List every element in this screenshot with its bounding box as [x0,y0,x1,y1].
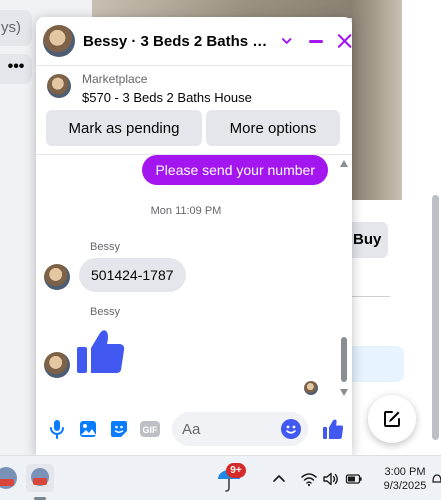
message-input-wrapper [172,412,308,446]
microphone-icon [50,420,64,439]
thumbs-up-icon[interactable] [76,327,126,377]
gif-label: GIF [143,425,159,435]
chat-window: Bessy · 3 Beds 2 Baths Hou... Marketplac… [36,17,352,455]
scroll-down-arrow[interactable] [340,389,348,396]
new-message-button[interactable] [368,395,416,443]
gif-icon: GIF [140,421,160,437]
chat-scrollbar[interactable] [338,157,350,399]
minimize-button[interactable] [309,39,323,43]
listing-photo[interactable] [352,0,402,200]
emoji-button[interactable] [281,419,301,439]
battery-icon[interactable] [345,470,363,488]
smiley-icon [286,425,296,434]
received-message[interactable]: 501424-1787 [79,258,186,292]
gif-button[interactable]: GIF [139,418,161,440]
sender-avatar[interactable] [44,264,70,290]
notification-badge: 9+ [226,463,246,478]
sticker-button[interactable] [108,418,130,440]
photo-icon [80,421,96,437]
taskbar-app-icon [31,468,49,486]
message-timestamp: Mon 11:09 PM [150,205,222,217]
system-clock[interactable]: 3:00 PM 9/3/2025 [378,465,432,493]
taskbar-app-icon[interactable] [0,464,20,492]
contact-avatar[interactable] [43,25,75,57]
sender-name: Bessy [90,241,120,253]
taskbar: 3:00 PM 9/3/2025 [0,455,441,500]
chevron-up-icon[interactable] [270,470,288,488]
listing-label: Marketplace [82,72,148,86]
buy-button[interactable]: Buy [352,222,388,258]
message-composer: GIF [36,407,352,451]
taskbar-active-app[interactable] [26,464,54,492]
clock-date: 9/3/2025 [383,480,427,492]
seen-indicator-avatar [304,381,318,395]
chat-header[interactable]: Bessy · 3 Beds 2 Baths Hou... [36,17,352,65]
sent-message[interactable]: Please send your number [142,155,328,185]
listing-thumbnail[interactable] [47,74,71,98]
background-more-button[interactable]: ••• [0,54,32,84]
message-input[interactable] [182,420,282,438]
listing-photo-top [92,0,352,18]
scroll-up-arrow[interactable] [340,160,348,167]
more-options-button[interactable]: More options [206,110,340,146]
sender-avatar[interactable] [44,352,70,378]
chat-title[interactable]: Bessy · 3 Beds 2 Baths Hou... [83,33,270,50]
scroll-thumb[interactable] [341,337,347,382]
wifi-icon[interactable] [300,470,318,488]
mark-as-pending-button[interactable]: Mark as pending [46,110,202,146]
voice-clip-button[interactable] [46,418,68,440]
background-filter-pill[interactable]: ys) [0,10,32,46]
chevron-down-icon[interactable] [280,34,293,48]
notification-bell-icon[interactable] [432,465,441,491]
sticker-icon [111,421,127,437]
attach-photo-button[interactable] [77,418,99,440]
compose-icon [384,411,400,427]
clock-time: 3:00 PM [384,466,426,478]
marketplace-listing: Marketplace $570 - 3 Beds 2 Baths House … [36,66,352,154]
like-button-thumbs-up-icon[interactable] [322,418,344,440]
close-icon[interactable] [337,33,352,49]
message-list: Please send your number Mon 11:09 PM Bes… [36,155,336,399]
listing-title[interactable]: $570 - 3 Beds 2 Baths House [82,90,252,105]
page-scrollbar[interactable] [432,195,439,440]
background-blue-button[interactable] [352,346,404,382]
volume-icon[interactable] [322,470,340,488]
background-divider [352,296,390,297]
background-page-left: ys) ••• [0,0,36,455]
sender-name: Bessy [90,306,120,318]
